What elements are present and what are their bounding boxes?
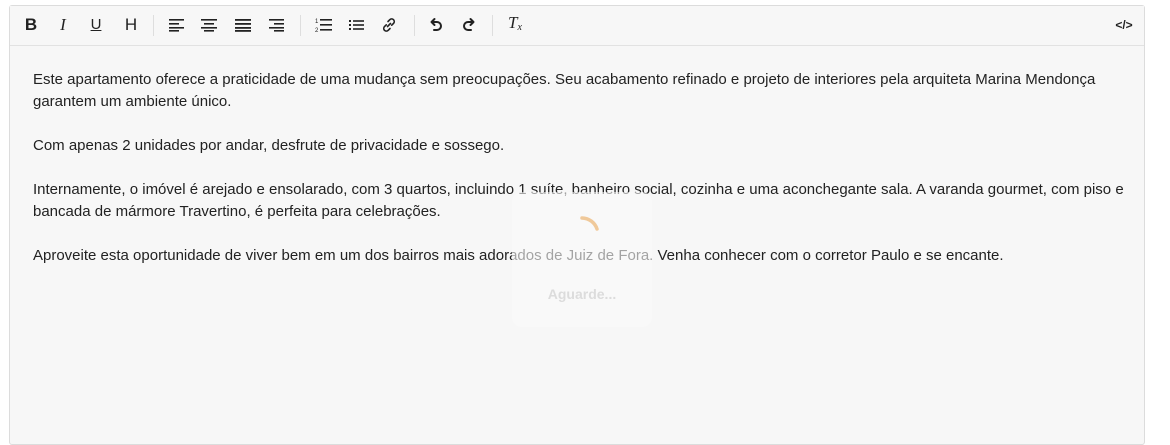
heading-icon: H [124, 15, 138, 34]
italic-icon: I [60, 15, 66, 34]
underline-button[interactable]: U [85, 14, 107, 36]
link-icon [382, 18, 396, 32]
heading-button[interactable]: H [120, 14, 142, 36]
ordered-list-button[interactable]: 1 2 [312, 14, 334, 36]
align-left-icon [169, 19, 184, 32]
loading-overlay: Aguarde... [512, 192, 652, 327]
align-center-button[interactable] [198, 14, 220, 36]
clear-format-button[interactable]: Tx [504, 12, 526, 36]
clear-format-icon: Tx [508, 12, 522, 33]
align-left-button[interactable] [166, 14, 188, 36]
bullet-list-icon [349, 20, 364, 30]
redo-button[interactable] [458, 14, 480, 36]
undo-button[interactable] [425, 14, 447, 36]
align-center-icon [201, 19, 217, 32]
code-icon: </> [1115, 18, 1133, 32]
italic-button[interactable]: I [52, 14, 74, 36]
toolbar-separator [300, 15, 301, 36]
link-button[interactable] [378, 14, 400, 36]
bold-icon: B [24, 15, 38, 34]
toolbar-separator [414, 15, 415, 36]
toolbar-separator [492, 15, 493, 36]
loading-label: Aguarde... [547, 286, 617, 302]
editor-toolbar: B I U H 1 2 Tx </> [10, 6, 1144, 46]
undo-icon [430, 18, 442, 31]
redo-icon [463, 18, 475, 31]
align-right-button[interactable] [265, 14, 287, 36]
ordered-list-icon: 1 2 [315, 19, 332, 33]
svg-text:1: 1 [315, 19, 319, 25]
underline-icon: U [90, 16, 102, 33]
svg-text:2: 2 [315, 28, 319, 33]
bold-button[interactable]: B [20, 14, 42, 36]
paragraph: Com apenas 2 unidades por andar, desfrut… [33, 137, 505, 154]
toolbar-separator [153, 15, 154, 36]
align-right-icon [269, 19, 284, 32]
paragraph: Este apartamento oferece a praticidade d… [33, 71, 1096, 110]
spinner-icon [580, 216, 599, 231]
align-justify-icon [235, 19, 251, 32]
align-justify-button[interactable] [232, 14, 254, 36]
bullet-list-button[interactable] [346, 14, 368, 36]
source-code-button[interactable]: </> [1111, 14, 1137, 36]
